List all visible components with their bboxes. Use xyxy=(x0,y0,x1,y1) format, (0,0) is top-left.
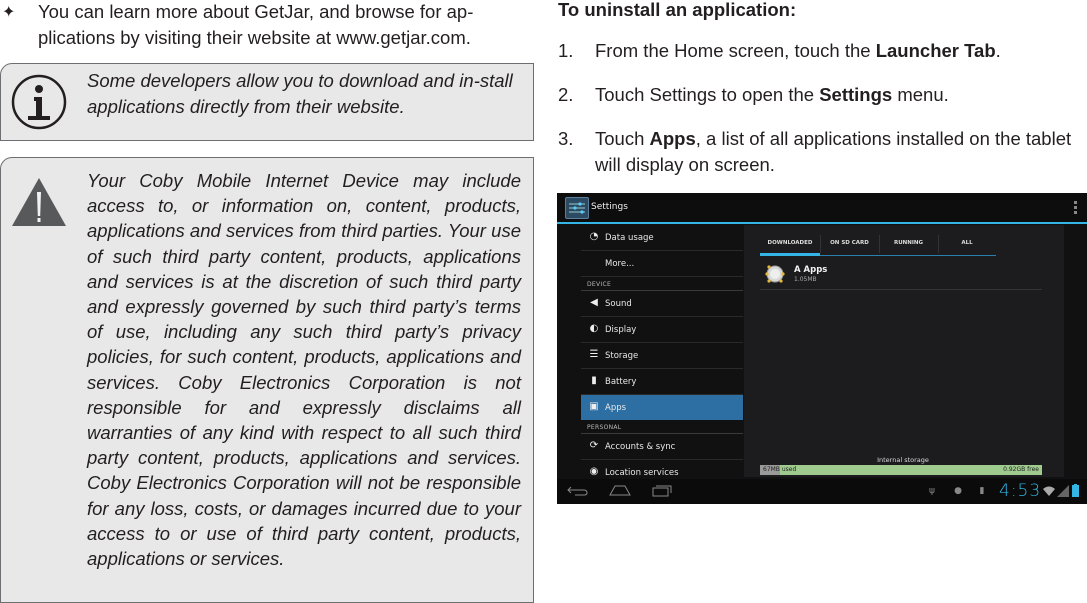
usb-icon: ψ xyxy=(929,486,935,496)
app-name: A Apps xyxy=(794,265,828,275)
step-1: 1. From the Home screen, touch the Launc… xyxy=(558,38,1083,64)
battery-status-icon xyxy=(1072,484,1079,497)
recent-apps-icon[interactable] xyxy=(651,483,673,497)
tab-downloaded[interactable]: DOWNLOADED xyxy=(760,231,820,256)
section-heading: To uninstall an application: xyxy=(558,0,797,20)
apps-tabs: DOWNLOADED ON SD CARD RUNNING ALL xyxy=(760,231,996,257)
home-icon[interactable] xyxy=(609,483,631,497)
settings-item-battery[interactable]: ▮ Battery xyxy=(581,369,743,395)
settings-item-display[interactable]: ◐ Display xyxy=(581,317,743,343)
action-bar: Settings xyxy=(557,193,1087,224)
info-icon xyxy=(11,74,67,130)
location-icon: ◉ xyxy=(589,466,599,477)
tab-running[interactable]: RUNNING xyxy=(879,231,938,256)
four-point-star-icon: ✦ xyxy=(2,4,16,21)
settings-item-apps[interactable]: ▣ Apps xyxy=(581,395,743,420)
section-header-personal: PERSONAL xyxy=(581,420,743,434)
settings-item-data-usage[interactable]: ◔ Data usage xyxy=(581,225,743,251)
step-number: 3. xyxy=(558,128,574,149)
overflow-menu-icon[interactable] xyxy=(1074,201,1077,214)
step-text: From the Home screen, touch the Launcher… xyxy=(595,40,1001,61)
apps-detail-pane: DOWNLOADED ON SD CARD RUNNING ALL A Apps… xyxy=(744,225,1064,477)
battery-icon: ▮ xyxy=(591,375,597,386)
tablet-screenshot: Settings ◔ Data usage More... DEVICE ◀ S… xyxy=(557,193,1087,504)
status-clock: 4:53 xyxy=(999,481,1042,501)
wifi-icon xyxy=(1043,486,1055,496)
storage-free-text: 0.92GB free xyxy=(1003,466,1039,473)
settings-sliders-icon[interactable] xyxy=(565,197,589,219)
display-icon: ◐ xyxy=(589,323,599,334)
settings-list: ◔ Data usage More... DEVICE ◀ Sound ◐ Di… xyxy=(581,225,743,486)
sound-icon: ◀ xyxy=(590,297,598,308)
step-number: 1. xyxy=(558,40,574,61)
section-header-device: DEVICE xyxy=(581,277,743,291)
step-2: 2. Touch Settings to open the Settings m… xyxy=(558,82,1083,108)
settings-item-more[interactable]: More... xyxy=(581,251,743,277)
app-list-item[interactable]: A Apps 1.05MB xyxy=(760,261,1042,290)
storage-icon: ☰ xyxy=(589,349,599,360)
back-icon[interactable] xyxy=(567,483,589,497)
info-note-box: Some developers allow you to download an… xyxy=(0,63,534,141)
android-debug-icon: ● xyxy=(954,486,962,496)
step-text: Touch Apps, a list of all applications i… xyxy=(595,128,1072,175)
step-3: 3. Touch Apps, a list of all application… xyxy=(558,126,1083,178)
storage-bar: 67MB used 0.92GB free xyxy=(760,465,1042,475)
app-icon xyxy=(765,265,785,283)
warning-note-box: Your Coby Mobile Internet Device may inc… xyxy=(0,157,534,603)
settings-item-storage[interactable]: ☰ Storage xyxy=(581,343,743,369)
settings-item-sound[interactable]: ◀ Sound xyxy=(581,291,743,317)
tab-all[interactable]: ALL xyxy=(938,231,996,256)
navigation-bar: ψ ● ▮ 4:53 xyxy=(557,479,1087,504)
step-text: Touch Settings to open the Settings menu… xyxy=(595,84,949,105)
sync-icon: ⟳ xyxy=(589,440,599,451)
sd-card-icon: ▮ xyxy=(979,486,985,496)
tab-on-sd-card[interactable]: ON SD CARD xyxy=(820,231,879,256)
bullet-text: You can learn more about GetJar, and bro… xyxy=(38,1,474,48)
warning-icon xyxy=(12,178,66,226)
storage-label: Internal storage xyxy=(877,456,929,464)
data-usage-icon: ◔ xyxy=(589,231,599,242)
apps-icon: ▣ xyxy=(589,401,599,412)
storage-used-text: 67MB used xyxy=(763,466,797,473)
info-note-text: Some developers allow you to download an… xyxy=(87,70,513,117)
signal-icon xyxy=(1057,485,1069,497)
warning-note-text: Your Coby Mobile Internet Device may inc… xyxy=(87,170,521,570)
settings-item-accounts-sync[interactable]: ⟳ Accounts & sync xyxy=(581,434,743,460)
action-bar-title: Settings xyxy=(591,202,628,212)
app-size: 1.05MB xyxy=(794,276,817,283)
step-number: 2. xyxy=(558,84,574,105)
